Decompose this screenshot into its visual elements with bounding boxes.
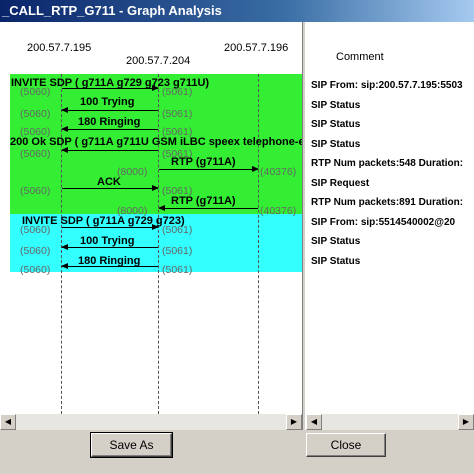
flow-label[interactable]: 200 Ok SDP ( g711A g711U GSM iLBC speex … (10, 136, 302, 148)
flow-port-left: (5060) (20, 245, 51, 257)
comment-item: SIP Status (311, 100, 361, 111)
button-bar: Save As Close (0, 430, 474, 474)
flow-label[interactable]: RTP (g711A) (171, 195, 236, 207)
comments-horizontal-scrollbar[interactable]: ◀ ▶ (306, 414, 474, 430)
comment-item: SIP Status (311, 256, 361, 267)
host-ip-1: 200.57.7.195 (27, 42, 92, 54)
comment-item: SIP From: sip:200.57.7.195:5503 (311, 80, 463, 91)
flow-port-right: (5061) (162, 86, 193, 98)
flow-arrow (159, 166, 259, 172)
window-title: _CALL_RTP_G711 - Graph Analysis (2, 3, 222, 18)
flow-port-right: (40376) (260, 205, 297, 217)
comment-header: Comment (306, 22, 474, 75)
flow-graph[interactable]: INVITE SDP ( g711A g729 g723 g711U) (506… (0, 74, 302, 414)
flow-port-right: (5061) (162, 264, 193, 276)
flow-port-right: (40376) (260, 166, 297, 178)
flow-port-left: (8000) (117, 166, 148, 178)
hosts-header: 200.57.7.195 200.57.7.204 200.57.7.196 (0, 22, 302, 75)
flow-arrow (62, 224, 159, 230)
flow-port-right: (5061) (162, 108, 193, 120)
host-ip-2: 200.57.7.204 (126, 55, 191, 67)
flow-arrow (61, 244, 158, 250)
scroll-left-icon[interactable]: ◀ (0, 414, 16, 430)
title-bar: _CALL_RTP_G711 - Graph Analysis (0, 0, 474, 22)
host-3-lifeline (258, 74, 259, 414)
comment-item: RTP Num packets:891 Duration: (311, 197, 464, 208)
flow-arrow (61, 263, 158, 269)
flow-port-left: (5060) (20, 185, 51, 197)
comment-item: RTP Num packets:548 Duration: (311, 158, 464, 169)
comments-pane[interactable]: SIP From: sip:200.57.7.195:5503 SIP Stat… (306, 74, 474, 414)
flow-arrow (61, 126, 158, 132)
flow-label[interactable]: ACK (97, 176, 121, 188)
flow-port-right: (5061) (162, 224, 193, 236)
save-as-button[interactable]: Save As (90, 432, 173, 458)
comment-item: SIP Status (311, 236, 361, 247)
flow-arrow (61, 147, 158, 153)
flow-port-left: (5060) (20, 148, 51, 160)
flow-arrow (62, 85, 159, 91)
flow-port-left: (5060) (20, 108, 51, 120)
comment-item: SIP From: sip:5514540002@20 (311, 217, 456, 228)
comment-item: SIP Status (311, 119, 361, 130)
comment-item: SIP Status (311, 139, 361, 150)
comment-column-label: Comment (336, 51, 384, 63)
flow-arrow (61, 107, 158, 113)
flow-arrow (158, 205, 258, 211)
flow-port-right: (5061) (162, 245, 193, 257)
flow-port-left: (5060) (20, 224, 51, 236)
flow-label[interactable]: RTP (g711A) (171, 156, 236, 168)
flow-label[interactable]: 100 Trying (80, 235, 134, 247)
flow-port-left: (5060) (20, 264, 51, 276)
comment-item: SIP Request (311, 178, 370, 189)
scroll-right-icon[interactable]: ▶ (286, 414, 302, 430)
close-button[interactable]: Close (306, 433, 386, 457)
flow-label[interactable]: 100 Trying (80, 96, 134, 108)
scroll-right-icon[interactable]: ▶ (458, 414, 474, 430)
flow-arrow (62, 185, 159, 191)
host-ip-3: 200.57.7.196 (224, 42, 289, 54)
graph-horizontal-scrollbar[interactable]: ◀ ▶ (0, 414, 302, 430)
flow-port-left: (5060) (20, 86, 51, 98)
host-2-lifeline (158, 74, 159, 414)
scroll-left-icon[interactable]: ◀ (306, 414, 322, 430)
flow-label[interactable]: 180 Ringing (78, 116, 140, 128)
